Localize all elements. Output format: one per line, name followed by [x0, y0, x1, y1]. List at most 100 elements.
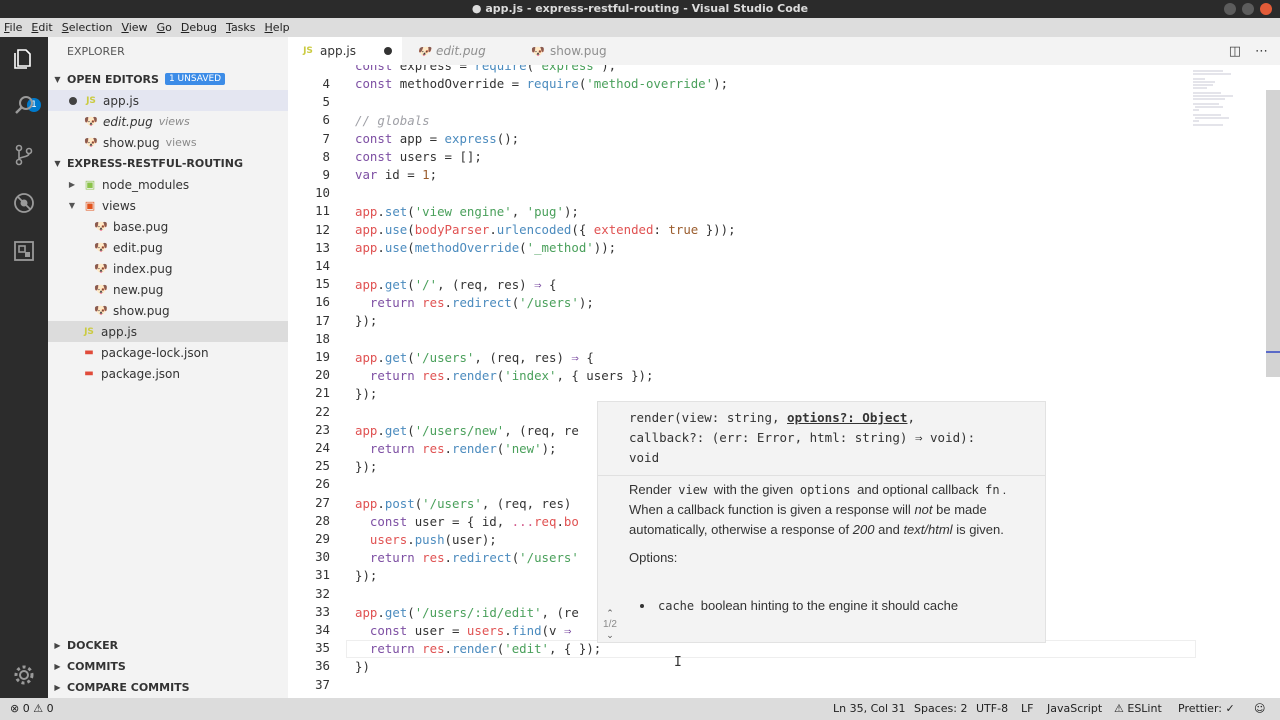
doc-text: and: [878, 522, 900, 537]
overload-count: 1/2: [603, 619, 617, 630]
line-number: 8: [322, 148, 330, 164]
menu-selection[interactable]: Selection: [62, 21, 113, 34]
eslint-status[interactable]: ⚠ ESLint: [1114, 702, 1162, 715]
open-editor-edit-pug[interactable]: 🐶 edit.pug views: [48, 111, 288, 132]
code-line: var id = 1;: [355, 167, 438, 182]
tree-file-show-pug[interactable]: 🐶 show.pug: [48, 300, 288, 321]
line-number: 11: [315, 203, 330, 219]
open-editor-show-pug[interactable]: 🐶 show.pug views: [48, 132, 288, 153]
tree-file-index-pug[interactable]: 🐶 index.pug: [48, 258, 288, 279]
code-line: return res.render('new');: [369, 441, 557, 456]
tree-file-package-lock-json[interactable]: ▬ package-lock.json: [48, 342, 288, 363]
commits-section[interactable]: ▶ COMMITS: [48, 656, 288, 677]
more-actions-icon[interactable]: ⋯: [1255, 44, 1268, 59]
tree-label: package.json: [101, 366, 181, 381]
menu-help[interactable]: Help: [265, 21, 290, 34]
menu-file[interactable]: File: [4, 21, 22, 34]
warning-icon: ⚠: [1114, 702, 1124, 715]
code-line: app.get('/users', (req, res) ⇒ {: [355, 350, 594, 365]
section-label: COMPARE COMMITS: [67, 681, 190, 694]
minimize-button[interactable]: [1224, 3, 1236, 15]
open-editor-label: edit.pug: [103, 114, 153, 129]
editor-scrollbar[interactable]: [1266, 90, 1280, 377]
line-number: 23: [315, 421, 330, 437]
chevron-right-icon: ▶: [54, 683, 61, 692]
debug-icon[interactable]: [12, 191, 36, 215]
tree-file-app-js[interactable]: JS app.js: [48, 321, 288, 342]
docker-section[interactable]: ▶ DOCKER: [48, 635, 288, 656]
warning-count: 0: [46, 702, 54, 715]
line-number: 21: [315, 385, 330, 401]
tab-edit-pug[interactable]: 🐶 edit.pug: [402, 37, 518, 65]
line-number: 4: [322, 76, 330, 91]
line-number: 26: [315, 476, 330, 492]
tree-label: views: [102, 198, 136, 213]
minimap[interactable]: [1193, 68, 1248, 128]
line-number: 6: [322, 112, 330, 128]
tab-app-js[interactable]: JS app.js: [288, 37, 402, 65]
tree-file-edit-pug[interactable]: 🐶 edit.pug: [48, 237, 288, 258]
chevron-up-icon[interactable]: ⌃: [599, 608, 621, 619]
tree-folder-node-modules[interactable]: ▶ ▣ node_modules: [48, 174, 288, 195]
tree-folder-views[interactable]: ▼ ▣ views: [48, 195, 288, 216]
doc-text: 200: [852, 522, 875, 537]
pug-file-icon: 🐶: [94, 220, 108, 233]
chevron-down-icon: ▼: [54, 158, 61, 168]
prettier-status[interactable]: Prettier: ✓: [1178, 702, 1235, 715]
tree-file-new-pug[interactable]: 🐶 new.pug: [48, 279, 288, 300]
doc-text: not: [914, 502, 933, 517]
signature-text: render(view: string,: [629, 410, 788, 425]
activity-bar: 1: [0, 37, 48, 698]
doc-options-heading: Options:: [629, 550, 678, 565]
doc-code: view: [678, 483, 708, 497]
code-line: users.push(user);: [369, 532, 497, 547]
line-ending[interactable]: LF: [1021, 702, 1033, 715]
tree-label: node_modules: [102, 177, 190, 192]
menu-view[interactable]: View: [121, 21, 147, 34]
line-number: 28: [315, 512, 330, 528]
language-mode[interactable]: JavaScript: [1047, 702, 1102, 715]
pug-file-icon: 🐶: [94, 241, 108, 254]
close-window-button[interactable]: [1260, 3, 1272, 15]
menu-debug[interactable]: Debug: [181, 21, 217, 34]
line-number: 20: [315, 367, 330, 383]
extensions-icon[interactable]: [12, 239, 36, 263]
tree-file-package-json[interactable]: ▬ package.json: [48, 363, 288, 384]
editor-tabs: JS app.js 🐶 edit.pug 🐶 show.pug ◫ ⋯: [288, 37, 1280, 65]
explorer-icon[interactable]: [12, 47, 36, 71]
compare-commits-section[interactable]: ▶ COMPARE COMMITS: [48, 677, 288, 698]
source-control-icon[interactable]: [12, 143, 36, 167]
pug-file-icon: 🐶: [94, 283, 108, 296]
smiley-icon[interactable]: ☺: [1254, 702, 1265, 715]
maximize-button[interactable]: [1242, 3, 1254, 15]
cursor-position[interactable]: Ln 35, Col 31: [833, 702, 906, 715]
gear-icon[interactable]: [12, 663, 36, 687]
tree-file-base-pug[interactable]: 🐶 base.pug: [48, 216, 288, 237]
tree-label: app.js: [101, 324, 137, 339]
code-line: const app = express();: [355, 131, 520, 146]
menu-go[interactable]: Go: [157, 21, 172, 34]
unsaved-dot-icon[interactable]: [69, 96, 77, 105]
unsaved-dot-icon[interactable]: [384, 47, 392, 55]
indentation[interactable]: Spaces: 2: [914, 702, 967, 715]
tree-label: new.pug: [113, 282, 164, 297]
encoding[interactable]: UTF-8: [976, 702, 1008, 715]
chevron-down-icon[interactable]: ⌄: [599, 630, 621, 641]
search-icon[interactable]: [12, 93, 36, 117]
tab-label: show.pug: [550, 44, 607, 58]
tab-show-pug[interactable]: 🐶 show.pug: [518, 37, 634, 65]
explorer-title: EXPLORER: [67, 45, 125, 58]
npm-file-icon: ▬: [84, 347, 94, 358]
menu-tasks[interactable]: Tasks: [226, 21, 255, 34]
line-number: 24: [315, 440, 330, 455]
menu-edit[interactable]: Edit: [31, 21, 52, 34]
split-editor-icon[interactable]: ◫: [1229, 44, 1241, 59]
mouse-cursor-icon: I: [674, 655, 682, 670]
problems-indicator[interactable]: ⊗ 0 ⚠ 0: [10, 702, 54, 715]
open-editor-app-js[interactable]: JS app.js: [48, 90, 288, 111]
code-line: app.use(bodyParser.urlencoded({ extended…: [355, 222, 736, 237]
project-header[interactable]: ▼ EXPRESS-RESTFUL-ROUTING: [48, 153, 288, 173]
open-editors-header[interactable]: ▼ OPEN EDITORS 1 UNSAVED: [48, 69, 288, 89]
line-number: 10: [315, 185, 330, 201]
open-editor-label: app.js: [103, 93, 139, 108]
